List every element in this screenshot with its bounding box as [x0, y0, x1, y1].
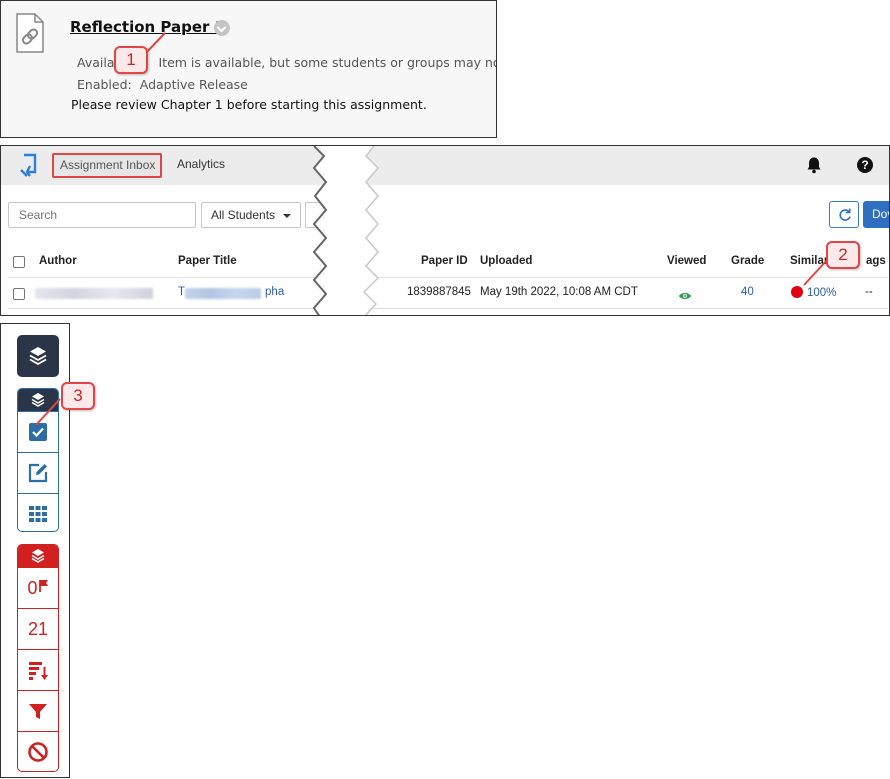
student-filter-value: All Students: [211, 208, 276, 222]
flags-value: --: [865, 286, 873, 298]
exclude-button[interactable]: [18, 731, 58, 771]
flags-button[interactable]: 0: [18, 567, 58, 608]
edit-note-icon: [28, 463, 48, 483]
blue-tool-group: [17, 388, 59, 532]
red-tool-group: 0 21: [17, 544, 59, 772]
similarity-link[interactable]: 100%: [791, 286, 836, 299]
flag-icon: [38, 580, 48, 592]
column-grade[interactable]: Grade: [731, 255, 764, 267]
flag-count: 0: [27, 577, 38, 598]
column-paper-title[interactable]: Paper Title: [178, 255, 237, 267]
sort-descending-icon: [29, 662, 48, 680]
assignment-title-link[interactable]: Reflection Paper 1: [70, 18, 225, 36]
row-divider: [8, 308, 888, 309]
paper-title-suffix: pha: [265, 286, 285, 298]
refresh-button[interactable]: [829, 201, 859, 228]
callout-3: 3: [61, 382, 95, 410]
select-all-checkbox[interactable]: [13, 256, 25, 268]
row-checkbox[interactable]: [13, 288, 25, 300]
download-button[interactable]: Dov: [863, 201, 889, 228]
torn-edge-divider: [312, 146, 380, 315]
viewed-eye-icon: [678, 288, 692, 306]
grade-link[interactable]: 40: [741, 286, 754, 298]
callout-2: 2: [826, 241, 860, 269]
match-count-button[interactable]: 21: [18, 608, 58, 649]
assignment-inbox-panel: Assignment Inbox Analytics ? All Student…: [0, 145, 890, 316]
layers-icon: [31, 393, 45, 407]
enabled-value: Adaptive Release: [139, 77, 248, 92]
prohibited-icon: [28, 742, 48, 762]
student-filter-dropdown[interactable]: All Students: [201, 202, 301, 228]
callout-1: 1: [114, 46, 148, 74]
grading-toolbar-panel: 0 21: [0, 323, 70, 778]
caret-down-icon: [283, 214, 291, 218]
column-paper-id[interactable]: Paper ID: [421, 255, 468, 267]
blue-group-header: [18, 389, 58, 411]
document-link-icon: [15, 13, 45, 53]
column-similarity[interactable]: Similar: [790, 255, 828, 267]
column-viewed[interactable]: Viewed: [667, 255, 706, 267]
filter-button[interactable]: [18, 690, 58, 731]
feedback-edit-button[interactable]: [18, 452, 58, 493]
assignment-item-panel: Reflection Paper 1 Availa Item is availab…: [0, 0, 497, 138]
sort-button[interactable]: [18, 649, 58, 690]
layers-icon: [31, 549, 45, 563]
similarity-indicator-icon: [791, 286, 803, 298]
chevron-down-icon[interactable]: [214, 20, 230, 36]
tab-assignment-inbox[interactable]: Assignment Inbox: [52, 153, 162, 178]
match-count: 21: [27, 618, 49, 639]
column-flags[interactable]: ags: [866, 255, 886, 267]
rubric-check-button[interactable]: [18, 411, 58, 452]
availability-prefix: Availa: [77, 55, 115, 70]
notification-bell-icon[interactable]: [805, 156, 823, 174]
grid-icon: [29, 506, 47, 522]
enabled-text: Enabled: Adaptive Release: [77, 77, 248, 92]
turnitin-logo-icon: [17, 152, 39, 178]
similarity-score: 100%: [807, 287, 837, 299]
paper-title-prefix: T: [178, 286, 186, 298]
filter-funnel-icon: [29, 704, 47, 719]
uploaded-value: May 19th 2022, 10:08 AM CDT: [480, 286, 638, 298]
tab-analytics[interactable]: Analytics: [177, 157, 225, 171]
column-author[interactable]: Author: [39, 255, 77, 267]
grid-view-button[interactable]: [18, 493, 58, 531]
author-name-redacted: [35, 288, 153, 299]
checkbox-checked-icon: [29, 423, 47, 441]
layers-button[interactable]: [17, 335, 59, 377]
help-icon[interactable]: ?: [857, 157, 873, 173]
paper-id-value: 1839887845: [407, 286, 471, 298]
red-group-header: [18, 545, 58, 567]
enabled-label: Enabled:: [77, 77, 132, 92]
search-input[interactable]: [8, 202, 196, 228]
refresh-icon: [839, 208, 851, 221]
column-uploaded[interactable]: Uploaded: [480, 255, 532, 267]
header-divider: [8, 277, 888, 278]
layers-icon: [29, 347, 47, 366]
assignment-description: Please review Chapter 1 before starting …: [71, 97, 427, 112]
availability-suffix: Item is available, but some students or …: [158, 55, 497, 70]
paper-title-redacted: [185, 288, 261, 299]
